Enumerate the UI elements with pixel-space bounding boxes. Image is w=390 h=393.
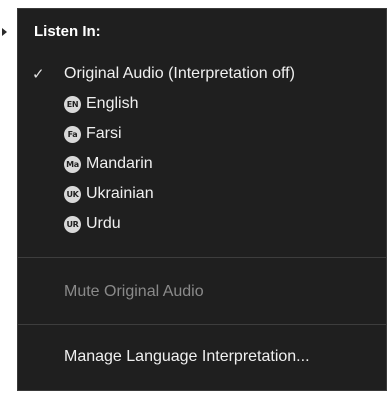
- language-label: Ukrainian: [86, 185, 154, 202]
- language-label: English: [86, 95, 139, 112]
- manage-interpretation-label: Manage Language Interpretation...: [64, 348, 310, 365]
- language-badge-icon: Ma: [64, 155, 81, 173]
- menu-item-ukrainian[interactable]: UK Ukrainian: [18, 179, 386, 209]
- menu-item-mandarin[interactable]: Ma Mandarin: [18, 149, 386, 179]
- menu-item-farsi[interactable]: Fa Farsi: [18, 119, 386, 149]
- language-label: Farsi: [86, 125, 122, 142]
- menu-divider: [18, 324, 386, 325]
- language-label: Urdu: [86, 215, 121, 232]
- language-badge-icon: Fa: [64, 125, 81, 143]
- menu-item-urdu[interactable]: UR Urdu: [18, 209, 386, 239]
- listen-in-menu: Listen In: ✓ Original Audio (Interpretat…: [17, 8, 387, 391]
- menu-item-english[interactable]: EN English: [18, 89, 386, 119]
- mute-original-audio-label: Mute Original Audio: [64, 283, 204, 300]
- language-badge-icon: EN: [64, 95, 81, 113]
- menu-heading: Listen In:: [34, 23, 101, 40]
- menu-item-mute-original-audio[interactable]: Mute Original Audio: [18, 277, 386, 307]
- language-label: Mandarin: [86, 155, 153, 172]
- menu-pointer-arrow: [2, 28, 7, 36]
- original-audio-label: Original Audio (Interpretation off): [64, 65, 295, 82]
- menu-divider: [18, 257, 386, 258]
- menu-item-original-audio[interactable]: ✓ Original Audio (Interpretation off): [18, 59, 386, 89]
- menu-item-manage-language-interpretation[interactable]: Manage Language Interpretation...: [18, 342, 386, 372]
- language-badge-icon: UR: [64, 215, 81, 233]
- language-badge-icon: UK: [64, 185, 81, 203]
- checkmark-icon: ✓: [32, 66, 45, 83]
